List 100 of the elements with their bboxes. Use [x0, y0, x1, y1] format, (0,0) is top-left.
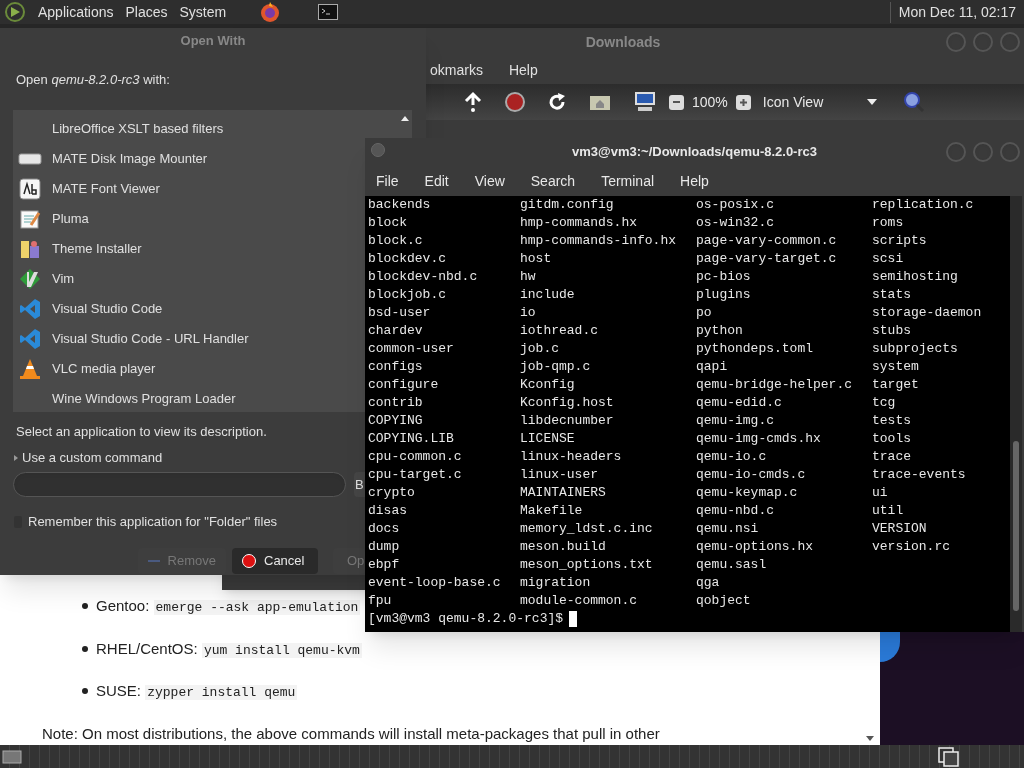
file-name: migration: [520, 574, 591, 592]
list-item: RHEL/CentOS: yum install qemu-kvm: [96, 638, 362, 660]
file-name: page-vary-target.c: [696, 250, 837, 268]
file-name: fpu: [368, 592, 392, 610]
scrollbar[interactable]: [1010, 196, 1022, 632]
application-item[interactable]: Theme Installer: [13, 234, 358, 264]
file-name: blockjob.c: [368, 286, 446, 304]
file-name: meson.build: [520, 538, 606, 556]
file-name: Kconfig: [520, 376, 575, 394]
file-name: MAINTAINERS: [520, 484, 606, 502]
dropdown-icon[interactable]: [866, 99, 877, 105]
panel-menu[interactable]: System: [179, 1, 227, 23]
file-name: trace: [872, 448, 911, 466]
application-item[interactable]: Visual Studio Code: [13, 294, 358, 324]
file-name: io: [520, 304, 536, 322]
file-name: dump: [368, 538, 400, 556]
file-name: qemu-io.c: [696, 448, 767, 466]
reload-icon[interactable]: [547, 92, 567, 112]
file-name: qemu-nbd.c: [696, 502, 774, 520]
menu-item[interactable]: Help: [680, 170, 709, 192]
application-item[interactable]: Visual Studio Code - URL Handler: [13, 324, 358, 354]
checkbox-label[interactable]: Remember this application for "Folder" files: [28, 512, 278, 532]
application-item[interactable]: Vim: [13, 264, 358, 294]
application-item[interactable]: Wine Windows Program Loader: [13, 384, 358, 414]
search-icon[interactable]: [902, 91, 925, 113]
file-name: qapi: [696, 358, 728, 376]
font-icon: [19, 178, 41, 200]
file-name: os-posix.c: [696, 196, 774, 214]
panel-menu[interactable]: Places: [125, 1, 168, 23]
zoom-in-icon[interactable]: [735, 94, 751, 110]
file-name: plugins: [696, 286, 751, 304]
note-text: Note: On most distributions, the above commands will install meta-packages that pull in other: [42, 724, 660, 742]
window-title: Downloads: [585, 32, 661, 52]
file-name: host: [520, 250, 552, 268]
file-name: COPYING: [368, 412, 423, 430]
file-name: replication.c: [872, 196, 974, 214]
file-name: libdecnumber: [520, 412, 614, 430]
terminal-icon[interactable]: [318, 4, 339, 20]
notepad-icon: [19, 208, 41, 230]
application-item[interactable]: VLC media player: [13, 354, 358, 384]
shell-prompt: [vm3@vm3 qemu-8.2.0-rc3]$: [368, 610, 564, 628]
scroll-up-icon[interactable]: [401, 116, 409, 121]
expander-icon[interactable]: [14, 455, 18, 461]
menu-item[interactable]: Terminal: [601, 170, 655, 192]
home-folder-icon[interactable]: [589, 93, 611, 111]
file-name: block: [368, 214, 407, 232]
file-name: storage-daemon: [872, 304, 982, 322]
file-name: job.c: [520, 340, 559, 358]
file-name: po: [696, 304, 712, 322]
file-name: qemu-img-cmds.hx: [696, 430, 821, 448]
file-name: bsd-user: [368, 304, 431, 322]
command-field[interactable]: [13, 472, 346, 497]
bullet-icon: [82, 645, 88, 652]
vim-icon: [19, 268, 41, 290]
file-name: tcg: [872, 394, 896, 412]
view-selector[interactable]: Icon View: [758, 91, 859, 113]
file-name: docs: [368, 520, 400, 538]
file-name: linux-headers: [520, 448, 622, 466]
code-editor-icon: [19, 298, 41, 320]
file-name: common-user: [368, 340, 454, 358]
file-name: ui: [872, 484, 888, 502]
file-name: qga: [696, 574, 720, 592]
zoom-level: 100%: [692, 92, 728, 112]
window-list-icon[interactable]: [938, 746, 960, 767]
menu-item[interactable]: Search: [530, 170, 576, 192]
file-name: hw: [520, 268, 536, 286]
stop-icon[interactable]: [505, 92, 525, 112]
file-name: qemu.nsi: [696, 520, 759, 538]
file-name: semihosting: [872, 268, 958, 286]
application-item[interactable]: MATE Disk Image Mounter: [13, 144, 358, 174]
file-name: scripts: [872, 232, 927, 250]
expander-label[interactable]: Use a custom command: [22, 448, 163, 468]
application-item[interactable]: Pluma: [13, 204, 358, 234]
panel-menu[interactable]: Applications: [38, 1, 114, 23]
menu-item[interactable]: Help: [508, 59, 538, 81]
file-name: iothread.c: [520, 322, 598, 340]
file-name: gitdm.config: [520, 196, 614, 214]
file-name: qemu-io-cmds.c: [696, 466, 806, 484]
file-name: event-loop-base.c: [368, 574, 501, 592]
menu-logo-icon[interactable]: [4, 1, 26, 23]
application-item[interactable]: LibreOffice XSLT based filters: [13, 114, 358, 144]
application-item[interactable]: MATE Font Viewer: [13, 174, 358, 204]
up-arrow-icon[interactable]: [463, 91, 483, 113]
file-name: cpu-common.c: [368, 448, 462, 466]
show-desktop-icon[interactable]: [2, 748, 22, 765]
menu-item[interactable]: View: [474, 170, 505, 192]
file-name: Kconfig.host: [520, 394, 614, 412]
palette-icon: [19, 238, 41, 260]
file-name: block.c: [368, 232, 423, 250]
clock[interactable]: Mon Dec 11, 02:17: [889, 1, 1020, 23]
computer-icon[interactable]: [633, 91, 657, 113]
file-name: hmp-commands-info.hx: [520, 232, 677, 250]
menu-item[interactable]: File: [376, 170, 399, 192]
menu-item[interactable]: Edit: [424, 170, 449, 192]
zoom-out-icon[interactable]: [669, 94, 684, 110]
browse-button[interactable]: B: [354, 472, 365, 497]
dialog-button[interactable]: Cancel: [232, 547, 318, 574]
file-name: blockdev-nbd.c: [368, 268, 478, 286]
file-name: subprojects: [872, 340, 958, 358]
menu-item[interactable]: okmarks: [430, 59, 483, 81]
